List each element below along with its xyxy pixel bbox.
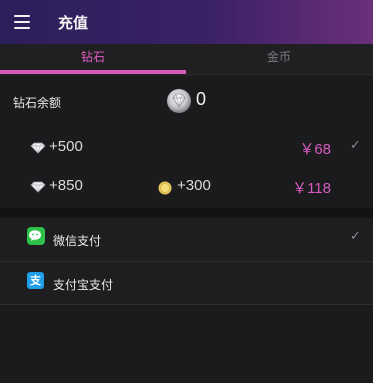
diamond-icon	[167, 89, 191, 113]
gold-coin-icon	[158, 181, 172, 195]
diamond-amount: +850	[49, 177, 83, 194]
balance-value: 0	[196, 89, 207, 109]
package-price: ￥68	[299, 141, 331, 158]
balance-label: 钻石余额	[13, 96, 62, 110]
alipay-icon: 支	[27, 272, 44, 289]
payment-label: 支付宝支付	[53, 278, 114, 292]
package-row-850[interactable]: +850 +300 ￥118	[0, 170, 373, 206]
check-icon: ✓	[350, 229, 361, 244]
diamond-amount: +500	[49, 138, 83, 155]
payment-alipay[interactable]: 支 支付宝支付	[0, 262, 373, 305]
active-tab-indicator	[0, 70, 186, 74]
payment-wechat[interactable]: 微信支付 ✓	[0, 218, 373, 261]
payment-label: 微信支付	[53, 234, 102, 248]
bonus-coin-amount: +300	[177, 177, 211, 194]
diamond-icon	[30, 181, 46, 193]
package-row-500[interactable]: +500 ￥68 ✓	[0, 131, 373, 167]
tab-gold-coin[interactable]: 金币	[186, 44, 372, 76]
wechat-pay-icon	[27, 227, 45, 245]
empty-area	[0, 305, 373, 383]
page-title: 充值	[58, 14, 89, 32]
check-icon: ✓	[350, 138, 361, 153]
section-separator	[0, 208, 373, 218]
tab-divider	[186, 74, 373, 75]
package-price: ￥118	[292, 180, 331, 197]
hamburger-menu-icon[interactable]	[14, 15, 30, 29]
diamond-icon	[30, 142, 46, 154]
app-bar: 充值	[0, 0, 373, 44]
